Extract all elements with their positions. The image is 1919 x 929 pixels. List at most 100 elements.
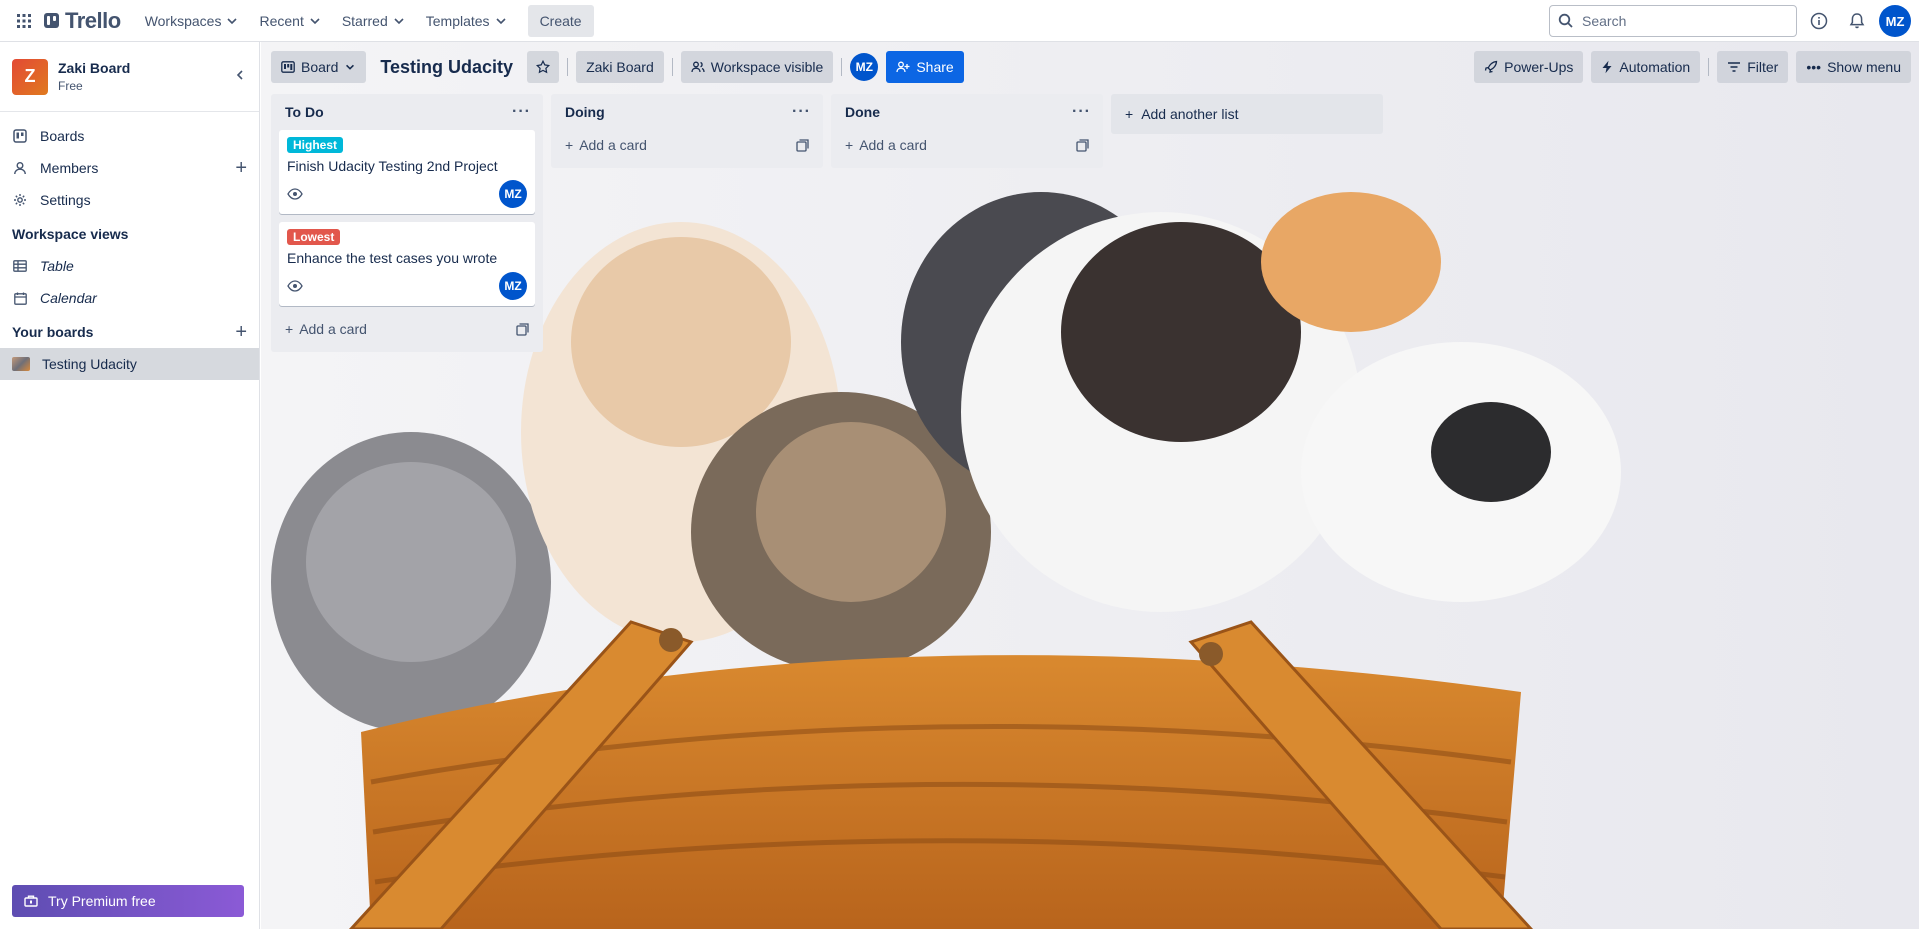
list-actions-icon[interactable]: ··· (512, 103, 531, 121)
create-board-icon[interactable]: + (235, 321, 247, 344)
list-to-do: To Do ··· Highest Finish Udacity Testing… (271, 94, 543, 352)
filter-button[interactable]: Filter (1717, 51, 1789, 83)
list-header[interactable]: Done ··· (839, 94, 1095, 130)
trello-logo-icon (44, 13, 59, 28)
card-member-avatar[interactable]: MZ (499, 272, 527, 300)
eye-watch-icon (287, 188, 303, 200)
card[interactable]: Highest Finish Udacity Testing 2nd Proje… (279, 130, 535, 214)
sidebar-item-settings[interactable]: Settings (0, 184, 259, 216)
visibility-button[interactable]: Workspace visible (680, 51, 834, 83)
list-doing: Doing ··· + Add a card (551, 94, 823, 168)
recent-menu-label: Recent (259, 12, 304, 29)
user-avatar[interactable]: MZ (1879, 5, 1911, 37)
share-button[interactable]: Share (886, 51, 964, 83)
chevron-down-icon (227, 17, 238, 24)
try-premium-button[interactable]: Try Premium free (12, 885, 244, 917)
starred-menu-label: Starred (341, 12, 388, 29)
star-board-button[interactable] (527, 51, 560, 83)
templates-menu[interactable]: Templates (416, 5, 518, 37)
board-member-avatar[interactable]: MZ (850, 53, 879, 81)
powerups-button[interactable]: Power-Ups (1474, 51, 1584, 83)
add-card-button[interactable]: + Add a card (279, 314, 535, 344)
show-menu-label: Show menu (1827, 59, 1901, 75)
sidebar-item-boards[interactable]: Boards (0, 120, 259, 152)
list-title[interactable]: Doing (565, 104, 605, 120)
gear-icon (12, 193, 28, 207)
divider (841, 58, 843, 76)
workspaces-menu[interactable]: Workspaces (135, 5, 250, 37)
sidebar-item-calendar[interactable]: Calendar (0, 282, 259, 314)
board-view-switcher[interactable]: Board (271, 51, 367, 83)
notifications-bell-icon[interactable] (1841, 5, 1873, 37)
filter-label: Filter (1747, 59, 1779, 75)
add-list-label: Add another list (1141, 106, 1239, 122)
list-header[interactable]: To Do ··· (279, 94, 535, 130)
top-navigation: Trello Workspaces Recent Starred Templat… (0, 0, 1919, 42)
people-icon (691, 61, 705, 73)
sidebar-item-label: Members (40, 160, 99, 176)
card-template-icon[interactable] (796, 138, 809, 152)
chevron-down-icon (394, 17, 404, 24)
sidebar-item-members[interactable]: Members + (0, 152, 259, 184)
more-dots-icon: ••• (1806, 59, 1822, 75)
add-card-label: Add a card (579, 137, 647, 153)
plus-icon: + (1125, 106, 1134, 122)
person-icon (12, 161, 28, 175)
sidebar-item-label: Table (40, 258, 74, 274)
list-done: Done ··· + Add a card (831, 94, 1103, 168)
add-member-icon[interactable]: + (235, 158, 247, 178)
list-title[interactable]: Done (845, 104, 880, 120)
info-icon[interactable] (1803, 5, 1835, 37)
search-input[interactable]: Search (1549, 5, 1797, 37)
workspace-logo: Z (12, 58, 48, 95)
recent-menu[interactable]: Recent (249, 5, 331, 37)
add-card-button[interactable]: + Add a card (839, 130, 1095, 160)
list-header[interactable]: Doing ··· (559, 94, 815, 130)
sidebar-board-testing-udacity[interactable]: Testing Udacity (0, 348, 259, 380)
premium-icon (24, 895, 38, 907)
list-actions-icon[interactable]: ··· (1072, 103, 1091, 121)
workspace-button[interactable]: Zaki Board (576, 51, 664, 83)
sidebar-item-table[interactable]: Table (0, 250, 259, 282)
search-placeholder: Search (1582, 13, 1627, 29)
list-actions-icon[interactable]: ··· (792, 103, 811, 121)
add-card-label: Add a card (859, 137, 927, 153)
trello-board-icon (12, 129, 28, 143)
rocket-icon (1485, 60, 1498, 73)
trello-logo[interactable]: Trello (44, 8, 121, 34)
list-title[interactable]: To Do (285, 104, 324, 120)
card-label-highest[interactable]: Highest (287, 137, 344, 153)
app-switcher-icon[interactable] (8, 5, 40, 37)
workspaces-menu-label: Workspaces (144, 12, 222, 29)
sidebar-item-label: Settings (40, 192, 91, 208)
plus-icon: + (845, 137, 854, 153)
board-header: Board Testing Udacity Zaki Board Workspa… (261, 42, 1919, 92)
powerups-label: Power-Ups (1504, 59, 1574, 75)
calendar-icon (12, 292, 28, 305)
card-member-avatar[interactable]: MZ (499, 180, 527, 208)
table-icon (12, 260, 28, 272)
collapse-sidebar-icon[interactable] (233, 68, 247, 85)
plus-icon: + (285, 321, 294, 337)
divider (567, 58, 569, 76)
search-icon (1558, 13, 1573, 28)
card-template-icon[interactable] (1076, 138, 1089, 152)
card-title: Finish Udacity Testing 2nd Project (287, 158, 498, 174)
card-label-lowest[interactable]: Lowest (287, 229, 341, 245)
automation-button[interactable]: Automation (1591, 51, 1701, 83)
card[interactable]: Lowest Enhance the test cases you wrote … (279, 222, 535, 306)
show-menu-button[interactable]: ••• Show menu (1796, 51, 1911, 83)
trello-logo-text: Trello (65, 7, 121, 33)
add-card-button[interactable]: + Add a card (559, 130, 815, 160)
your-boards-heading: Your boards + (0, 316, 259, 348)
star-icon (536, 60, 551, 74)
board-view-label: Board (301, 59, 339, 75)
starred-menu[interactable]: Starred (332, 5, 416, 37)
add-card-label: Add a card (299, 321, 367, 337)
share-label: Share (916, 59, 954, 75)
card-template-icon[interactable] (516, 322, 529, 336)
workspace-name[interactable]: Zaki Board (58, 60, 130, 76)
board-title[interactable]: Testing Udacity (374, 57, 519, 78)
add-another-list-button[interactable]: + Add another list (1111, 94, 1383, 134)
create-button[interactable]: Create (527, 4, 594, 37)
